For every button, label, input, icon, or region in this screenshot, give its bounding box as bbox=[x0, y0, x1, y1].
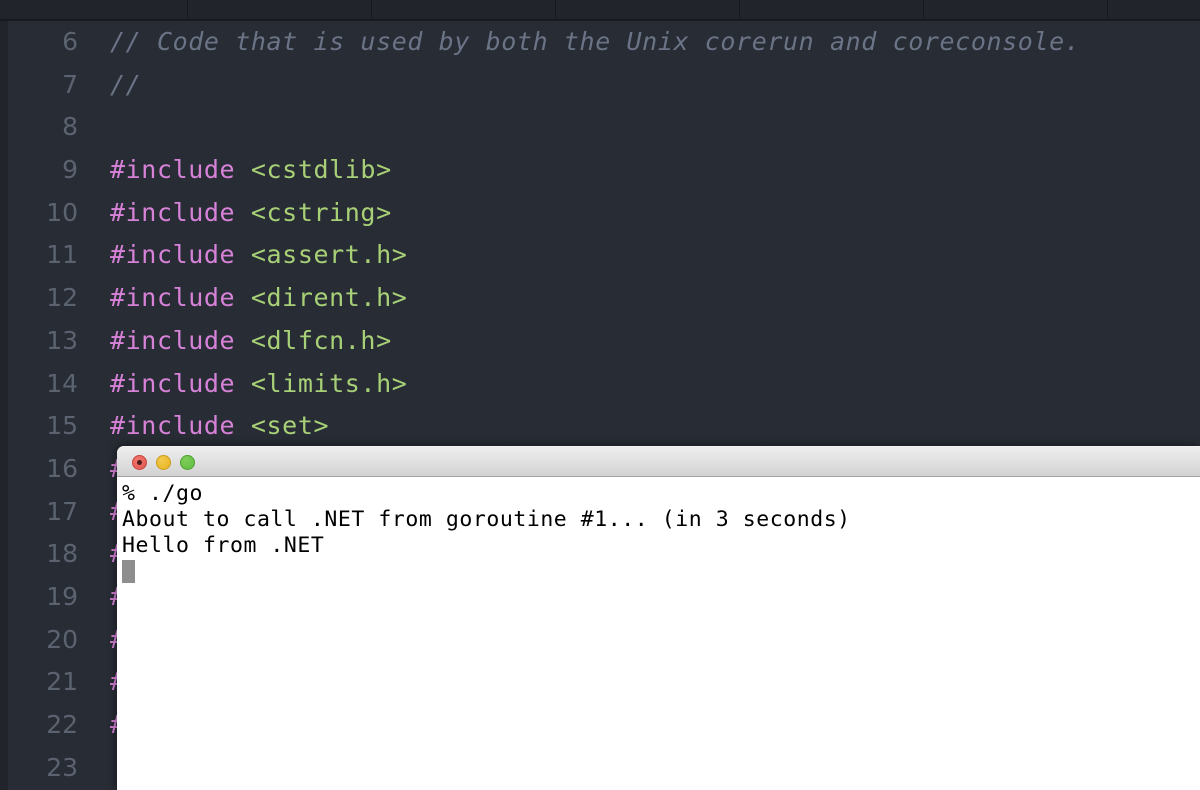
code-line[interactable]: 7 // bbox=[0, 64, 1200, 107]
code-line-text: #include <assert.h> bbox=[110, 234, 407, 277]
code-token-pre: #include bbox=[110, 197, 251, 227]
code-token-str: <cstring> bbox=[250, 197, 392, 227]
code-token-str: <dirent.h> bbox=[250, 283, 408, 313]
editor-tab-4[interactable] bbox=[556, 0, 740, 19]
code-token-str: <limits.h> bbox=[250, 368, 408, 398]
code-token-pre: #include bbox=[110, 411, 251, 441]
code-token-pre: #include bbox=[110, 368, 251, 398]
code-line-text: #include <dlfcn.h> bbox=[110, 320, 392, 363]
terminal-window[interactable]: % ./go About to call .NET from goroutine… bbox=[117, 446, 1200, 790]
terminal-line-status: About to call .NET from goroutine #1... … bbox=[122, 507, 851, 532]
code-line-text: #include <set> bbox=[110, 405, 329, 448]
code-line[interactable]: 14 #include <limits.h> bbox=[0, 363, 1200, 406]
editor-tab-1[interactable] bbox=[4, 0, 188, 19]
line-number: 13 bbox=[46, 325, 78, 355]
code-token-pre: #include bbox=[110, 240, 251, 270]
terminal-cursor bbox=[122, 560, 135, 583]
code-line[interactable]: 6 // Code that is used by both the Unix c… bbox=[0, 21, 1200, 64]
close-button-icon[interactable] bbox=[132, 455, 147, 470]
line-number: 14 bbox=[46, 368, 78, 398]
line-number: 18 bbox=[46, 539, 78, 569]
code-token-str: <cstdlib> bbox=[250, 155, 392, 185]
line-number: 8 bbox=[62, 112, 78, 142]
editor-tab-bar[interactable] bbox=[0, 0, 1200, 19]
line-number: 19 bbox=[46, 581, 78, 611]
editor-tab-5[interactable] bbox=[740, 0, 924, 19]
line-number: 11 bbox=[46, 240, 78, 270]
window-controls bbox=[132, 455, 195, 470]
editor-tab-3[interactable] bbox=[372, 0, 556, 19]
line-number: 20 bbox=[46, 624, 78, 654]
terminal-output-area[interactable]: % ./go About to call .NET from goroutine… bbox=[117, 477, 1200, 790]
minimize-button-icon[interactable] bbox=[156, 455, 171, 470]
code-line-text: #include <cstring> bbox=[110, 192, 392, 235]
code-token-str: <assert.h> bbox=[250, 240, 408, 270]
code-token-pre: #include bbox=[110, 283, 251, 313]
line-number: 17 bbox=[46, 496, 78, 526]
code-line[interactable]: 15 #include <set> bbox=[0, 405, 1200, 448]
code-line[interactable]: 12 #include <dirent.h> bbox=[0, 277, 1200, 320]
line-number: 16 bbox=[46, 453, 78, 483]
terminal-line-prompt: % ./go bbox=[122, 481, 203, 506]
code-line-text: #include <cstdlib> bbox=[110, 149, 392, 192]
editor-tab-7[interactable] bbox=[1108, 0, 1200, 19]
line-number: 21 bbox=[46, 667, 78, 697]
code-line[interactable]: 8 bbox=[0, 106, 1200, 149]
line-number: 7 bbox=[62, 69, 78, 99]
editor-tab-2[interactable] bbox=[188, 0, 372, 19]
code-line[interactable]: 9 #include <cstdlib> bbox=[0, 149, 1200, 192]
code-line[interactable]: 11 #include <assert.h> bbox=[0, 234, 1200, 277]
line-number: 10 bbox=[46, 197, 78, 227]
code-token-comment: // bbox=[110, 69, 142, 99]
editor-tab-6[interactable] bbox=[924, 0, 1108, 19]
maximize-button-icon[interactable] bbox=[180, 455, 195, 470]
code-line-text: // bbox=[110, 64, 141, 107]
code-line-text: #include <dirent.h> bbox=[110, 277, 407, 320]
code-token-pre: #include bbox=[110, 325, 251, 355]
line-number: 22 bbox=[46, 710, 78, 739]
code-token-str: <dlfcn.h> bbox=[250, 325, 392, 355]
code-line-text: #include <limits.h> bbox=[110, 363, 407, 406]
line-number: 15 bbox=[46, 411, 78, 441]
line-number: 9 bbox=[62, 155, 78, 185]
code-line-text: // Code that is used by both the Unix co… bbox=[110, 21, 1080, 64]
line-number: 6 bbox=[62, 27, 78, 56]
code-token-pre: #include bbox=[110, 155, 251, 185]
code-line[interactable]: 13 #include <dlfcn.h> bbox=[0, 320, 1200, 363]
terminal-titlebar[interactable] bbox=[117, 446, 1200, 477]
line-number: 12 bbox=[46, 283, 78, 313]
line-number: 23 bbox=[46, 752, 78, 782]
code-line[interactable]: 10 #include <cstring> bbox=[0, 192, 1200, 235]
code-token-str: <set> bbox=[250, 411, 330, 441]
code-token-comment: // Code that is used by both the Unix co… bbox=[110, 27, 1081, 56]
terminal-line-result: Hello from .NET bbox=[122, 533, 325, 558]
